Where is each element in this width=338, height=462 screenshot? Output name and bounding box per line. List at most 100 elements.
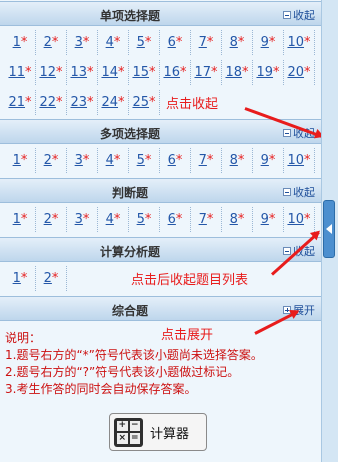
question-number-link[interactable]: 14*: [98, 60, 129, 85]
question-number: 3: [74, 153, 83, 168]
question-number-link[interactable]: 20*: [284, 60, 315, 85]
unanswered-marker: *: [56, 95, 63, 110]
question-number-link[interactable]: 5*: [129, 30, 160, 55]
question-number-link[interactable]: 10*: [284, 148, 315, 173]
question-number: 6: [167, 35, 176, 50]
question-number-link[interactable]: 1*: [5, 30, 36, 55]
question-number-link[interactable]: 3*: [67, 148, 98, 173]
question-number: 22: [39, 95, 57, 110]
unanswered-marker: *: [268, 212, 276, 227]
unanswered-marker: *: [304, 153, 311, 168]
question-number-link[interactable]: 7*: [191, 30, 222, 55]
section-header-calculation: 计算分析题 收起: [0, 237, 321, 262]
question-number-link[interactable]: 9*: [253, 30, 284, 55]
question-number-link[interactable]: 15*: [129, 60, 160, 85]
question-number-link[interactable]: 8*: [222, 207, 253, 232]
unanswered-marker: *: [175, 35, 183, 50]
unanswered-marker: *: [51, 153, 59, 168]
question-number-link[interactable]: 8*: [222, 30, 253, 55]
calculator-button[interactable]: + − × = 计算器: [109, 413, 207, 451]
unanswered-marker: *: [268, 35, 276, 50]
question-number: 3: [74, 35, 83, 50]
calculator-icon: + − × =: [114, 417, 143, 447]
question-number-link[interactable]: 23*: [67, 90, 98, 115]
section-header-comprehensive: 综合题 展开: [0, 296, 321, 321]
unanswered-marker: *: [144, 212, 152, 227]
unanswered-marker: *: [113, 212, 121, 227]
question-number-link[interactable]: 3*: [67, 30, 98, 55]
unanswered-marker: *: [268, 153, 276, 168]
question-number-link[interactable]: 17*: [191, 60, 222, 85]
question-number: 9: [260, 153, 269, 168]
question-number: 8: [229, 35, 238, 50]
unanswered-marker: *: [118, 65, 125, 80]
annotation-collapsed-list: 点击后收起题目列表: [131, 273, 249, 288]
question-number-link[interactable]: 6*: [160, 148, 191, 173]
question-number: 17: [194, 65, 212, 80]
unanswered-marker: *: [304, 35, 311, 50]
question-number-link[interactable]: 19*: [253, 60, 284, 85]
question-number-link[interactable]: 24*: [98, 90, 129, 115]
question-number-link[interactable]: 8*: [222, 148, 253, 173]
collapse-toggle-single-choice[interactable]: 收起: [283, 7, 315, 23]
annotation-expand: 点击展开: [161, 328, 214, 343]
unanswered-marker: *: [20, 35, 28, 50]
question-number-link[interactable]: 2*: [36, 30, 67, 55]
question-number-link[interactable]: 25*: [129, 90, 160, 115]
section-title: 单项选择题: [99, 9, 160, 23]
question-number-link[interactable]: 4*: [98, 207, 129, 232]
minus-glyph: −: [129, 420, 140, 431]
question-number: 7: [198, 212, 207, 227]
question-number-link[interactable]: 6*: [160, 207, 191, 232]
question-number-link[interactable]: 7*: [191, 207, 222, 232]
question-number-link[interactable]: 1*: [5, 148, 36, 173]
unanswered-marker: *: [206, 212, 214, 227]
question-number-link[interactable]: 13*: [67, 60, 98, 85]
question-number: 9: [260, 35, 269, 50]
unanswered-marker: *: [51, 35, 59, 50]
unanswered-marker: *: [20, 212, 28, 227]
collapse-icon: [283, 129, 291, 137]
question-number: 2: [43, 153, 52, 168]
unanswered-marker: *: [51, 212, 59, 227]
question-number-link[interactable]: 2*: [36, 207, 67, 232]
question-number-link[interactable]: 5*: [129, 207, 160, 232]
question-number-link[interactable]: 2*: [36, 148, 67, 173]
question-number-link[interactable]: 4*: [98, 148, 129, 173]
question-number: 14: [101, 65, 119, 80]
question-number: 2: [43, 35, 52, 50]
collapse-toggle-true-false[interactable]: 收起: [283, 184, 315, 200]
question-number-link[interactable]: 9*: [253, 148, 284, 173]
annotation-collapse: 点击收起: [166, 97, 219, 112]
question-number-link[interactable]: 21*: [5, 90, 36, 115]
unanswered-marker: *: [20, 271, 28, 286]
question-number-link[interactable]: 2*: [36, 266, 67, 291]
question-number-link[interactable]: 6*: [160, 30, 191, 55]
question-number-link[interactable]: 10*: [284, 30, 315, 55]
question-number-link[interactable]: 9*: [253, 207, 284, 232]
question-number: 12: [39, 65, 57, 80]
question-number-link[interactable]: 22*: [36, 90, 67, 115]
question-number-link[interactable]: 18*: [222, 60, 253, 85]
question-number-link[interactable]: 11*: [5, 60, 36, 85]
panel-collapse-tab[interactable]: [323, 200, 335, 258]
instructions: 说明： 1.题号右方的“*”符号代表该小题尚未选择答案。 2.题号右方的“?”符…: [5, 330, 263, 398]
question-number-link[interactable]: 16*: [160, 60, 191, 85]
question-number-link[interactable]: 10*: [284, 207, 315, 232]
question-number-link[interactable]: 12*: [36, 60, 67, 85]
question-number: 16: [163, 65, 181, 80]
question-number: 1: [12, 271, 21, 286]
unanswered-marker: *: [20, 153, 28, 168]
question-number-link[interactable]: 3*: [67, 207, 98, 232]
calculator-label: 计算器: [150, 426, 190, 442]
question-number-link[interactable]: 1*: [5, 266, 36, 291]
question-number-link[interactable]: 5*: [129, 148, 160, 173]
section-header-single-choice: 单项选择题 收起: [0, 1, 321, 26]
unanswered-marker: *: [118, 95, 125, 110]
question-number-link[interactable]: 4*: [98, 30, 129, 55]
question-number: 18: [225, 65, 243, 80]
unanswered-marker: *: [87, 95, 94, 110]
question-number-link[interactable]: 7*: [191, 148, 222, 173]
question-number: 1: [12, 212, 21, 227]
question-number-link[interactable]: 1*: [5, 207, 36, 232]
